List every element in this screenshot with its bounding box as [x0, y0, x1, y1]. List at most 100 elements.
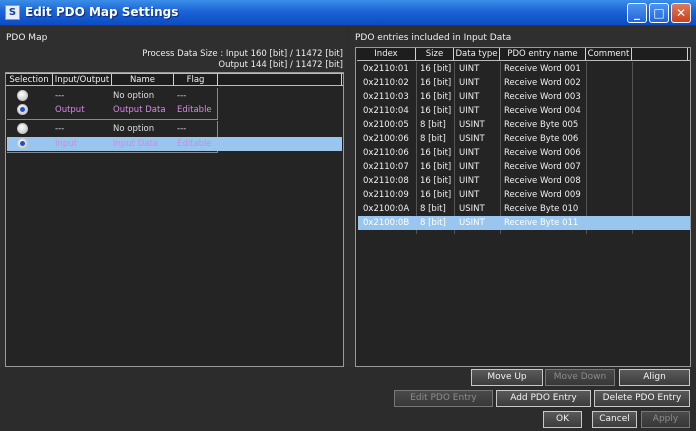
name-cell: Input Data — [113, 139, 159, 149]
entry-row[interactable]: 0x2110:06 16 [bit] UINT Receive Word 006 — [358, 146, 632, 160]
title-bar: S Edit PDO Map Settings _ □ ✕ — [0, 0, 696, 26]
selection-radio[interactable] — [17, 123, 28, 134]
selection-radio[interactable] — [17, 138, 28, 149]
entry-size-cell: 16 [bit] — [420, 92, 452, 102]
entry-index-cell: 0x2110:06 — [363, 148, 409, 158]
col-entry-name[interactable]: PDO entry name — [500, 48, 586, 60]
cancel-button[interactable]: Cancel — [592, 411, 637, 428]
flag-cell: --- — [177, 91, 187, 101]
col-index[interactable]: Index — [357, 48, 416, 60]
entry-name-cell: Receive Byte 005 — [504, 120, 579, 130]
entry-type-cell: USINT — [459, 204, 485, 214]
entry-row[interactable]: 0x2110:01 16 [bit] UINT Receive Word 001 — [358, 62, 632, 76]
window-title: Edit PDO Map Settings — [25, 5, 179, 19]
minimize-button[interactable]: _ — [627, 3, 647, 23]
entry-name-cell: Receive Word 008 — [504, 176, 581, 186]
entry-name-cell: Receive Word 006 — [504, 148, 581, 158]
col-data-type[interactable]: Data type — [454, 48, 500, 60]
entry-name-cell: Receive Word 007 — [504, 162, 581, 172]
maximize-button[interactable]: □ — [649, 3, 669, 23]
entries-header: Index Size Data type PDO entry name Comm… — [357, 48, 690, 61]
col-extra — [632, 48, 688, 60]
entry-index-cell: 0x2110:02 — [363, 78, 409, 88]
entry-type-cell: UINT — [459, 148, 480, 158]
table-row[interactable]: --- No option --- — [7, 122, 217, 136]
entry-row[interactable]: 0x2100:06 8 [bit] USINT Receive Byte 006 — [358, 132, 632, 146]
entry-size-cell: 8 [bit] — [420, 218, 446, 228]
entry-row[interactable]: 0x2110:04 16 [bit] UINT Receive Word 004 — [358, 104, 632, 118]
entry-row[interactable]: 0x2100:0A 8 [bit] USINT Receive Byte 010 — [358, 202, 632, 216]
entry-name-cell: Receive Byte 006 — [504, 134, 579, 144]
entry-index-cell: 0x2100:0B — [363, 218, 410, 228]
col-flag[interactable]: Flag — [174, 74, 218, 86]
entry-row[interactable]: 0x2110:09 16 [bit] UINT Receive Word 009 — [358, 188, 632, 202]
table-row[interactable]: --- No option --- — [7, 89, 217, 103]
align-button[interactable]: Align — [619, 369, 690, 386]
col-comment[interactable]: Comment — [586, 48, 632, 60]
io-cell: Input — [55, 139, 78, 149]
entry-size-cell: 16 [bit] — [420, 148, 452, 158]
entry-name-cell: Receive Word 003 — [504, 92, 581, 102]
col-name[interactable]: Name — [112, 74, 174, 86]
move-up-button[interactable]: Move Up — [471, 369, 543, 386]
entry-index-cell: 0x2110:07 — [363, 162, 409, 172]
entry-row[interactable]: 0x2110:08 16 [bit] UINT Receive Word 008 — [358, 174, 632, 188]
close-button[interactable]: ✕ — [671, 3, 691, 23]
io-cell: --- — [55, 124, 65, 134]
process-data-size: Process Data Size : Input 160 [bit] / 11… — [142, 49, 343, 71]
minimize-icon: _ — [634, 6, 640, 20]
entry-size-cell: 16 [bit] — [420, 64, 452, 74]
col-size[interactable]: Size — [416, 48, 454, 60]
selection-radio[interactable] — [17, 104, 28, 115]
pdo-map-title: PDO Map — [6, 33, 48, 43]
entry-row[interactable]: 0x2100:05 8 [bit] USINT Receive Byte 005 — [358, 118, 632, 132]
entry-index-cell: 0x2100:06 — [363, 134, 409, 144]
entry-index-cell: 0x2110:03 — [363, 92, 409, 102]
grid-line — [632, 62, 633, 234]
name-cell: No option — [113, 91, 155, 101]
table-row[interactable]: Output Output Data Editable — [7, 103, 217, 117]
flag-cell: Editable — [177, 139, 212, 149]
entry-index-cell: 0x2110:04 — [363, 106, 409, 116]
move-down-button[interactable]: Move Down — [545, 369, 615, 386]
entry-row[interactable]: 0x2110:03 16 [bit] UINT Receive Word 003 — [358, 90, 632, 104]
close-icon: ✕ — [675, 6, 687, 20]
apply-button[interactable]: Apply — [641, 411, 690, 428]
entry-name-cell: Receive Byte 011 — [504, 218, 579, 228]
entry-type-cell: UINT — [459, 106, 480, 116]
entry-type-cell: USINT — [459, 120, 485, 130]
entry-type-cell: UINT — [459, 78, 480, 88]
entry-name-cell: Receive Word 004 — [504, 106, 581, 116]
col-input-output[interactable]: Input/Output — [53, 74, 112, 86]
entry-size-cell: 16 [bit] — [420, 176, 452, 186]
entry-index-cell: 0x2100:05 — [363, 120, 409, 130]
io-cell: Output — [55, 105, 85, 115]
pdo-entries-title: PDO entries included in Input Data — [355, 33, 512, 43]
table-row-selected[interactable]: Input Input Data Editable — [7, 137, 342, 151]
entry-index-cell: 0x2110:01 — [363, 64, 409, 74]
add-pdo-entry-button[interactable]: Add PDO Entry — [496, 390, 591, 407]
entry-size-cell: 16 [bit] — [420, 162, 452, 172]
entry-type-cell: UINT — [459, 64, 480, 74]
entry-type-cell: UINT — [459, 162, 480, 172]
entry-type-cell: UINT — [459, 92, 480, 102]
col-selection[interactable]: Selection — [6, 74, 53, 86]
entry-row[interactable]: 0x2110:07 16 [bit] UINT Receive Word 007 — [358, 160, 632, 174]
maximize-icon: □ — [653, 6, 665, 20]
entry-row-selected[interactable]: 0x2100:0B 8 [bit] USINT Receive Byte 011 — [358, 216, 690, 230]
selection-radio[interactable] — [17, 90, 28, 101]
edit-pdo-entry-button[interactable]: Edit PDO Entry — [394, 390, 493, 407]
entry-type-cell: USINT — [459, 218, 485, 228]
entry-size-cell: 16 [bit] — [420, 190, 452, 200]
entry-type-cell: USINT — [459, 134, 485, 144]
entry-name-cell: Receive Word 001 — [504, 64, 581, 74]
process-size-output: Output 144 [bit] / 11472 [bit] — [218, 60, 343, 70]
app-icon: S — [5, 5, 20, 20]
entry-row[interactable]: 0x2110:02 16 [bit] UINT Receive Word 002 — [358, 76, 632, 90]
io-cell: --- — [55, 91, 65, 101]
ok-button[interactable]: OK — [543, 411, 582, 428]
delete-pdo-entry-button[interactable]: Delete PDO Entry — [594, 390, 690, 407]
entry-index-cell: 0x2100:0A — [363, 204, 410, 214]
flag-cell: Editable — [177, 105, 212, 115]
entry-size-cell: 8 [bit] — [420, 120, 446, 130]
